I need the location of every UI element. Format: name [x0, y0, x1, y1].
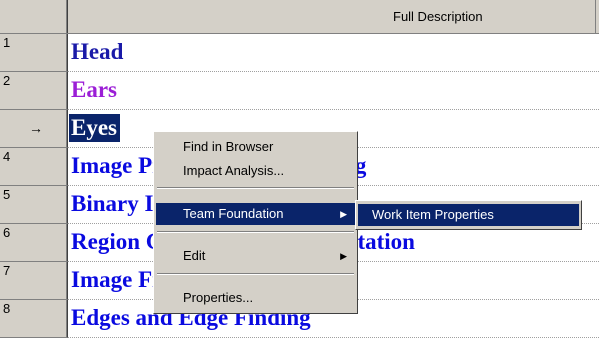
menu-separator [157, 273, 354, 275]
table-row[interactable]: 2 Ears [0, 72, 599, 110]
team-foundation-submenu: Work Item Properties [355, 200, 582, 230]
row-number: 1 [3, 35, 11, 50]
row-number: 7 [3, 263, 11, 278]
row-header[interactable]: 8 [0, 300, 67, 338]
row-number: 5 [3, 187, 11, 202]
row-number: 8 [3, 301, 11, 316]
cell-text-selected: Eyes [69, 114, 120, 142]
menu-separator [157, 187, 354, 189]
description-cell[interactable]: Ears [67, 72, 599, 110]
submenu-arrow-icon: ▶ [340, 251, 347, 261]
row-header[interactable]: 4 [0, 148, 67, 186]
row-number: 2 [3, 73, 11, 88]
context-menu: Find in Browser Impact Analysis... Team … [153, 131, 358, 314]
current-row-arrow-icon: → [29, 120, 43, 136]
row-number: 4 [3, 149, 11, 164]
menu-item-edit[interactable]: Edit ▶ [156, 245, 355, 267]
row-header[interactable]: 5 [0, 186, 67, 224]
row-header[interactable]: → [0, 110, 67, 148]
submenu-arrow-icon: ▶ [340, 209, 347, 219]
description-cell[interactable]: Head [67, 34, 599, 72]
cell-text: Head [71, 39, 124, 64]
grid-corner-header[interactable] [0, 0, 67, 34]
menu-item-impact-analysis[interactable]: Impact Analysis... [156, 160, 355, 182]
row-header[interactable]: 1 [0, 34, 67, 72]
row-number: 6 [3, 225, 11, 240]
menu-item-find-in-browser[interactable]: Find in Browser [156, 136, 355, 158]
row-header[interactable]: 6 [0, 224, 67, 262]
row-header[interactable]: 7 [0, 262, 67, 300]
column-header-full-description[interactable]: Full Description [67, 0, 599, 34]
menu-item-work-item-properties[interactable]: Work Item Properties [358, 204, 579, 226]
menu-separator [157, 231, 354, 233]
cell-text: Ears [71, 77, 117, 102]
row-header[interactable]: 2 [0, 72, 67, 110]
menu-item-properties[interactable]: Properties... [156, 287, 355, 309]
table-row[interactable]: 1 Head [0, 34, 599, 72]
menu-item-team-foundation[interactable]: Team Foundation ▶ [156, 203, 355, 225]
column-header-label: Full Description [393, 9, 483, 24]
